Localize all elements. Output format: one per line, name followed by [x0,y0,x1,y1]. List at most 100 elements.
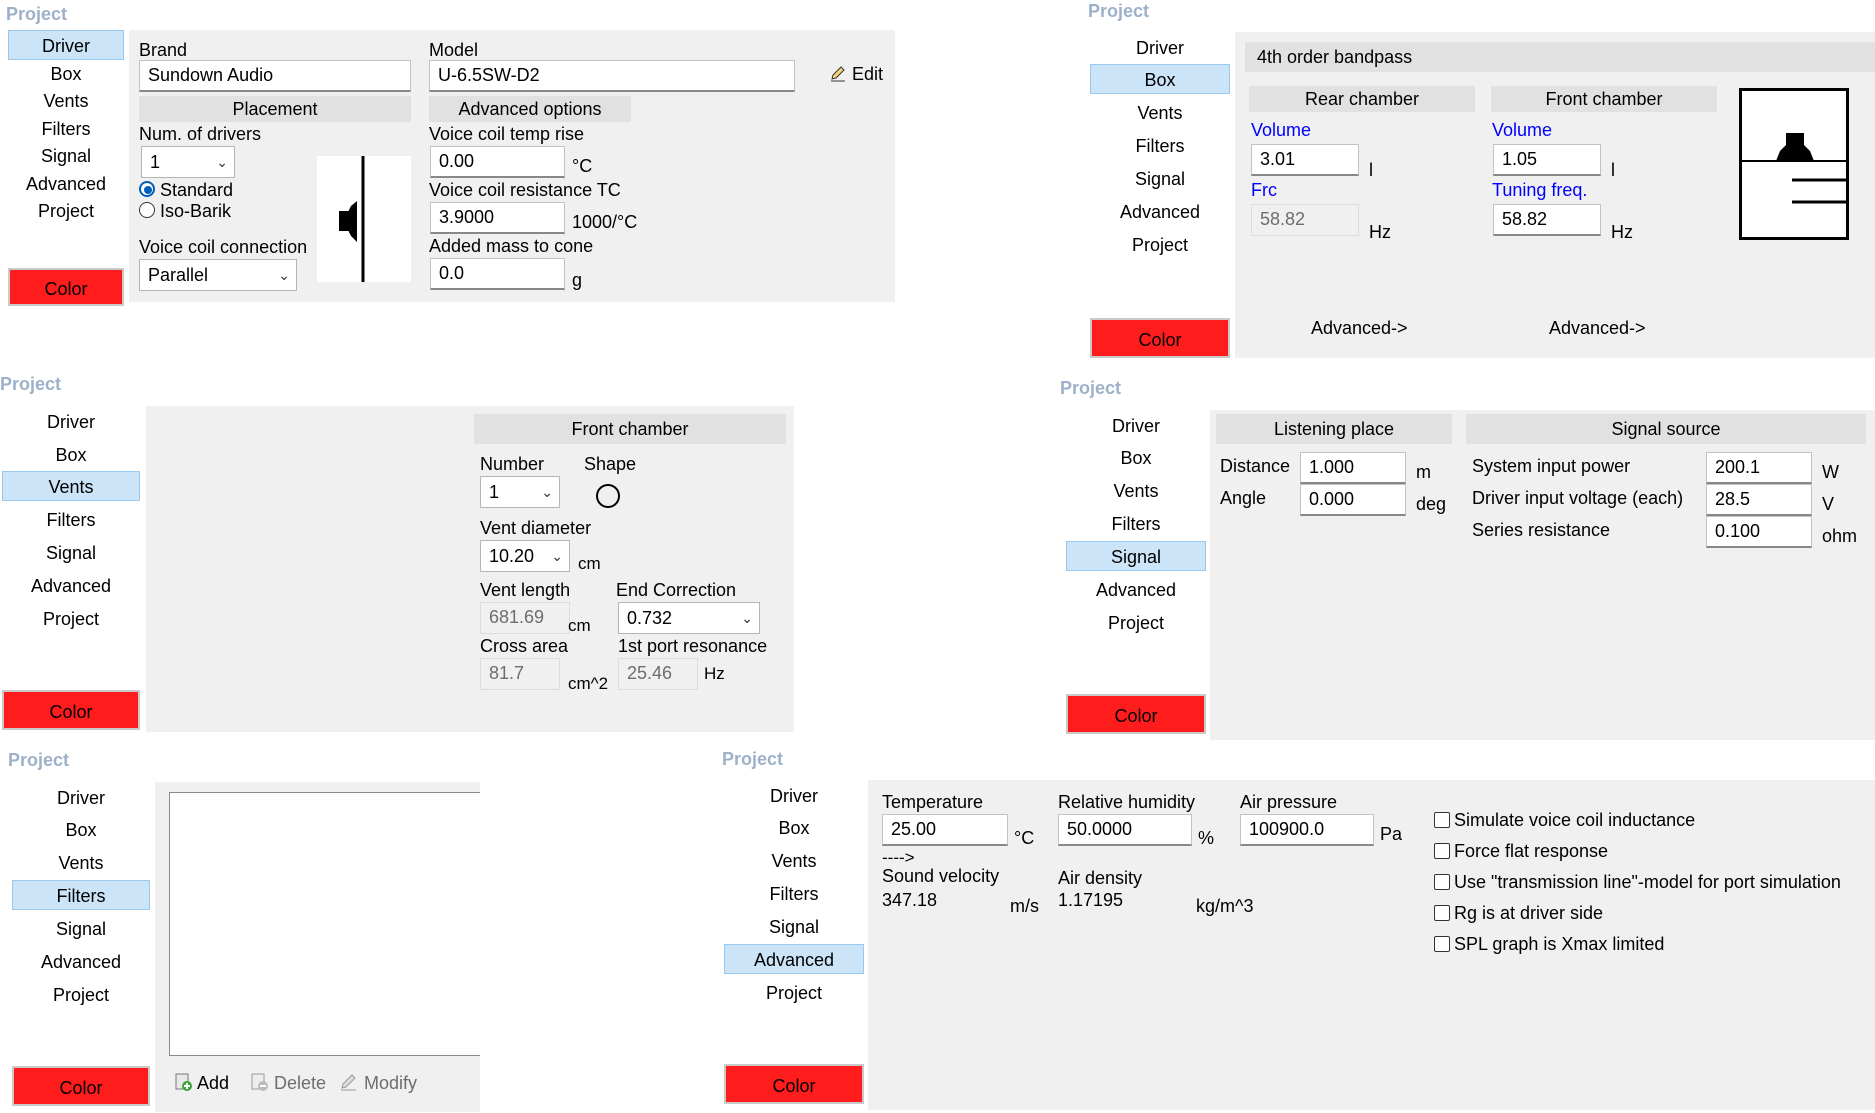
series-resistance-field[interactable]: 0.100 [1706,516,1812,548]
vc-res-field[interactable]: 3.9000 [430,202,565,234]
humidity-field[interactable]: 50.0000 [1058,814,1192,846]
cross-area-unit: cm^2 [568,674,609,693]
sidebar-item-project[interactable]: Project [1090,229,1230,259]
sidebar-item-box[interactable]: Box [12,814,150,844]
sidebar-item-vents[interactable]: Vents [2,471,140,501]
filters-list[interactable] [169,792,480,1056]
sidebar-item-box[interactable]: Box [2,439,140,469]
delete-button[interactable]: Delete [249,1072,326,1097]
sidebar-item-box[interactable]: Box [724,812,864,842]
simulate-vc-inductance-checkbox[interactable] [1434,812,1450,828]
temperature-field[interactable]: 25.00 [882,814,1008,846]
sidebar-item-signal[interactable]: Signal [1090,163,1230,193]
sidebar-item-filters[interactable]: Filters [8,113,124,143]
color-button[interactable]: Color [2,690,140,730]
rg-driver-side-checkbox[interactable] [1434,905,1450,921]
sidebar-item-advanced[interactable]: Advanced [724,944,864,974]
distance-field[interactable]: 1.000 [1300,452,1406,484]
front-advanced-link[interactable]: Advanced-> [1549,318,1646,339]
section-title: Project [1060,378,1122,398]
edit-button[interactable]: Edit [829,64,883,87]
sidebar-item-signal[interactable]: Signal [2,537,140,567]
sidebar-item-project[interactable]: Project [724,977,864,1007]
input-voltage-field[interactable]: 28.5 [1706,484,1812,516]
color-button[interactable]: Color [1090,318,1230,358]
arrow-indicator: ----> [882,848,915,867]
sidebar-item-signal[interactable]: Signal [8,140,124,170]
port-resonance-field[interactable]: 25.46 [618,658,698,690]
rear-volume-field[interactable]: 3.01 [1251,144,1359,176]
sidebar-item-project[interactable]: Project [12,979,150,1009]
sidebar-item-box[interactable]: Box [8,58,124,88]
input-power-field[interactable]: 200.1 [1706,452,1812,484]
sidebar-item-advanced[interactable]: Advanced [8,168,124,198]
pressure-field[interactable]: 100900.0 [1240,814,1374,846]
sidebar-item-project[interactable]: Project [2,603,140,633]
modify-button[interactable]: Modify [339,1072,417,1097]
sidebar-item-box[interactable]: Box [1066,442,1206,472]
input-power-label: System input power [1472,456,1631,476]
sidebar-item-filters[interactable]: Filters [1090,130,1230,160]
sidebar-item-driver[interactable]: Driver [724,780,864,810]
sidebar-item-box[interactable]: Box [1090,64,1230,94]
vc-connection-dropdown[interactable]: Parallel ⌄ [139,259,297,291]
standard-label: Standard [160,180,234,200]
sidebar-item-vents[interactable]: Vents [1066,475,1206,505]
isobarik-radio[interactable] [139,202,155,218]
sidebar-item-driver[interactable]: Driver [12,782,150,812]
added-mass-field[interactable]: 0.0 [430,258,565,290]
cross-area-label: Cross area [480,636,569,656]
box-panel: 4th order bandpass Rear chamber Front ch… [1235,32,1875,358]
sidebar-item-project[interactable]: Project [1066,607,1206,637]
sidebar-item-vents[interactable]: Vents [1090,97,1230,127]
sidebar-item-driver[interactable]: Driver [1090,32,1230,62]
spl-xmax-limited-checkbox[interactable] [1434,936,1450,952]
sidebar-item-advanced[interactable]: Advanced [12,946,150,976]
sidebar-item-driver[interactable]: Driver [1066,410,1206,440]
sidebar-item-signal[interactable]: Signal [1066,541,1206,571]
sidebar-item-filters[interactable]: Filters [724,878,864,908]
sidebar-item-driver[interactable]: Driver [2,406,140,436]
sidebar-item-filters[interactable]: Filters [12,880,150,910]
number-dropdown[interactable]: 1 ⌄ [480,476,560,508]
add-button[interactable]: Add [173,1072,229,1097]
frc-field[interactable]: 58.82 [1251,204,1359,236]
sidebar-item-signal[interactable]: Signal [724,911,864,941]
cross-area-field[interactable]: 81.7 [480,658,560,690]
sidebar-item-vents[interactable]: Vents [8,85,124,115]
sidebar-item-advanced[interactable]: Advanced [1090,196,1230,226]
color-button[interactable]: Color [1066,694,1206,734]
filters-panel: Add Delete Modify [155,782,480,1112]
sidebar-item-driver[interactable]: Driver [8,30,124,60]
model-field[interactable]: U-6.5SW-D2 [429,60,795,92]
brand-field[interactable]: Sundown Audio [139,60,411,92]
rear-advanced-link[interactable]: Advanced-> [1311,318,1408,339]
angle-field[interactable]: 0.000 [1300,484,1406,516]
force-flat-response-checkbox[interactable] [1434,843,1450,859]
tuning-freq-field[interactable]: 58.82 [1493,204,1601,236]
vc-temp-field[interactable]: 0.00 [430,146,565,178]
port-resonance-unit: Hz [704,664,725,683]
sidebar-item-filters[interactable]: Filters [2,504,140,534]
sidebar-item-project[interactable]: Project [8,195,124,225]
sidebar-item-advanced[interactable]: Advanced [1066,574,1206,604]
end-correction-dropdown[interactable]: 0.732 ⌄ [618,602,760,634]
vent-length-label: Vent length [480,580,571,600]
vent-length-field[interactable]: 681.69 [480,602,570,634]
added-mass-label: Added mass to cone [429,236,594,256]
standard-radio[interactable] [139,181,155,197]
color-button[interactable]: Color [8,268,124,306]
sidebar-item-advanced[interactable]: Advanced [2,570,140,600]
transmission-line-checkbox[interactable] [1434,874,1450,890]
round-shape-icon[interactable] [596,484,620,508]
sidebar-item-signal[interactable]: Signal [12,913,150,943]
box-diagram [1739,88,1849,240]
sidebar-item-vents[interactable]: Vents [12,847,150,877]
color-button[interactable]: Color [724,1064,864,1104]
vent-diameter-dropdown[interactable]: 10.20 ⌄ [480,540,570,572]
sidebar-item-vents[interactable]: Vents [724,845,864,875]
front-volume-field[interactable]: 1.05 [1493,144,1601,176]
color-button[interactable]: Color [12,1066,150,1106]
num-drivers-dropdown[interactable]: 1 ⌄ [141,146,235,178]
sidebar-item-filters[interactable]: Filters [1066,508,1206,538]
